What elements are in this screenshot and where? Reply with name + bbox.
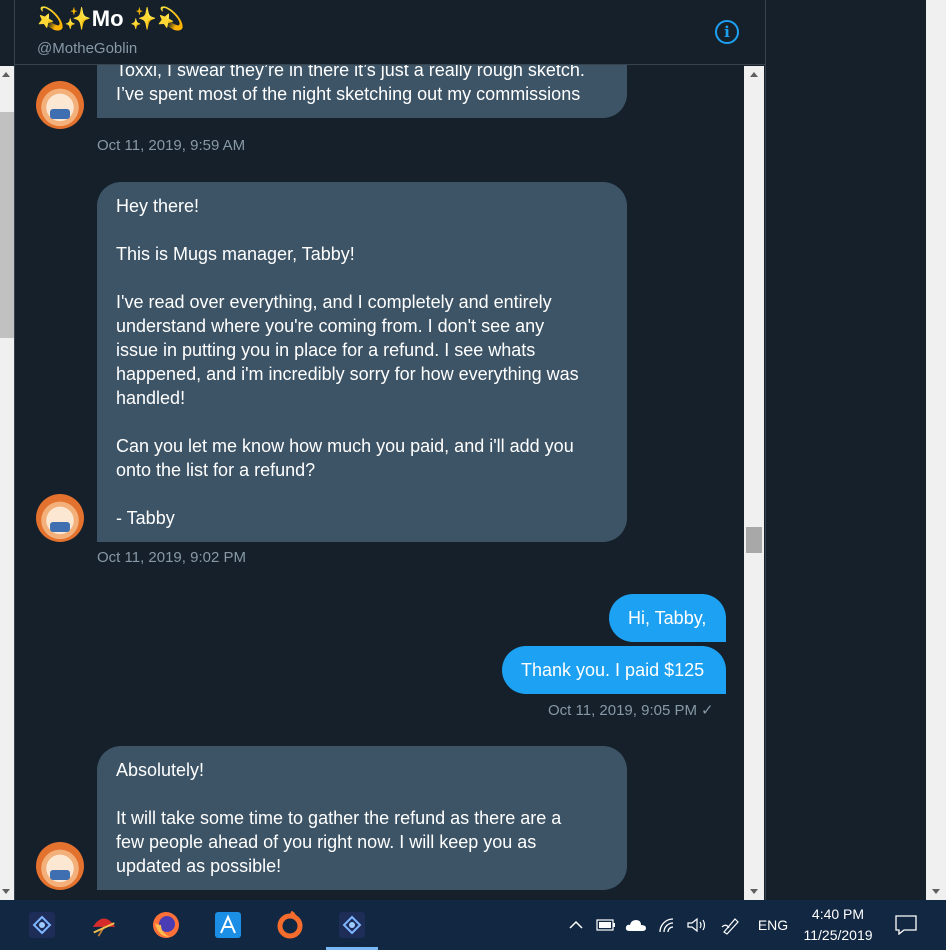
message-line: Thank you. I paid $125 [521, 660, 705, 680]
page-scrollbar[interactable] [926, 0, 946, 900]
message-line [116, 782, 608, 806]
sent-message-1: Hi, Tabby, [609, 594, 726, 642]
conversation-header: 💫✨Mo ✨💫 @MotheGoblin i [15, 0, 765, 65]
message-line: I’ve spent most of the night sketching o… [116, 84, 581, 104]
message-line [116, 482, 608, 506]
taskbar-app-affinity-photo-2[interactable] [326, 900, 378, 950]
firefox-icon [152, 911, 180, 939]
taskbar-app-affinity-photo[interactable] [16, 900, 68, 950]
taskbar-app-origin[interactable] [264, 900, 316, 950]
page-background [766, 0, 926, 900]
message-line [116, 266, 608, 290]
origin-icon [276, 911, 304, 939]
language-indicator[interactable]: ENG [752, 900, 794, 950]
read-check-icon: ✓ [700, 702, 714, 719]
scroll-up-arrow-icon[interactable] [2, 72, 10, 77]
message-line: It will take some time to gather the ref… [116, 808, 562, 828]
message-line: Can you let me know how much you paid, a… [116, 436, 574, 456]
scroll-down-arrow-icon[interactable] [750, 889, 758, 894]
message-timestamp: Oct 11, 2019, 9:02 PM [97, 549, 246, 566]
message-line: Absolutely! [116, 760, 205, 780]
volume-icon[interactable] [684, 900, 710, 950]
message-line: onto the list for a refund? [116, 460, 316, 480]
conversation-scrollbar[interactable] [744, 66, 764, 900]
windows-taskbar: ENG 4:40 PM 11/25/2019 [0, 900, 946, 950]
scrollbar-thumb[interactable] [0, 112, 14, 338]
action-center-icon[interactable] [890, 900, 922, 950]
sent-message-2: Thank you. I paid $125 [502, 646, 726, 694]
red-umbrella-icon [90, 911, 118, 939]
message-line: handled! [116, 388, 186, 408]
avatar[interactable] [36, 842, 84, 890]
avatar[interactable] [36, 494, 84, 542]
clock-time: 4:40 PM [811, 906, 865, 922]
conversation-name[interactable]: 💫✨Mo ✨💫 [37, 6, 184, 32]
received-message-4: Absolutely! It will take some time to ga… [97, 746, 627, 890]
taskbar-app-firefox[interactable] [140, 900, 192, 950]
message-line: few people ahead of you right now. I wil… [116, 832, 537, 852]
message-line: issue in putting you in place for a refu… [116, 340, 536, 360]
info-icon[interactable]: i [715, 20, 739, 44]
received-message-2: Hey there! This is Mugs manager, Tabby! … [97, 182, 627, 542]
pen-workspace-icon[interactable] [718, 900, 744, 950]
message-line: - Tabby [116, 508, 175, 528]
scrollbar-thumb[interactable] [746, 527, 762, 553]
affinity-photo-icon [28, 911, 56, 939]
affinity-designer-icon [214, 911, 242, 939]
message-line: Hey there! [116, 196, 200, 216]
battery-icon[interactable] [594, 900, 618, 950]
message-line [116, 218, 608, 242]
left-scrollbar[interactable] [0, 66, 14, 900]
show-hidden-icons-chevron-icon[interactable] [564, 900, 588, 950]
taskbar-app-affinity-designer[interactable] [202, 900, 254, 950]
onedrive-cloud-icon[interactable] [622, 900, 650, 950]
taskbar-app-red-umbrella[interactable] [78, 900, 130, 950]
message-line: understand where you're coming from. I d… [116, 316, 545, 336]
scroll-up-arrow-icon[interactable] [750, 72, 758, 77]
message-line [116, 410, 608, 434]
message-line: happened, and i'm incredibly sorry for h… [116, 364, 579, 384]
affinity-photo-icon [338, 911, 366, 939]
message-timestamp: Oct 11, 2019, 9:59 AM [97, 137, 246, 154]
clock-date: 11/25/2019 [803, 927, 873, 943]
timestamp-text: Oct 11, 2019, 9:05 PM [548, 702, 697, 719]
system-clock[interactable]: 4:40 PM 11/25/2019 [794, 904, 882, 946]
conversation-handle[interactable]: @MotheGoblin [37, 40, 137, 57]
avatar[interactable] [36, 81, 84, 129]
wifi-icon[interactable] [654, 900, 680, 950]
message-line: updated as possible! [116, 856, 282, 876]
message-timestamp: Oct 11, 2019, 9:05 PM ✓ [548, 701, 714, 719]
conversation-panel: Toxxi, I swear they’re in there it’s jus… [14, 0, 766, 900]
message-line: I've read over everything, and I complet… [116, 292, 552, 312]
scroll-down-arrow-icon[interactable] [932, 889, 940, 894]
message-line: Hi, Tabby, [628, 608, 707, 628]
scroll-down-arrow-icon[interactable] [2, 889, 10, 894]
message-line: This is Mugs manager, Tabby! [116, 244, 355, 264]
